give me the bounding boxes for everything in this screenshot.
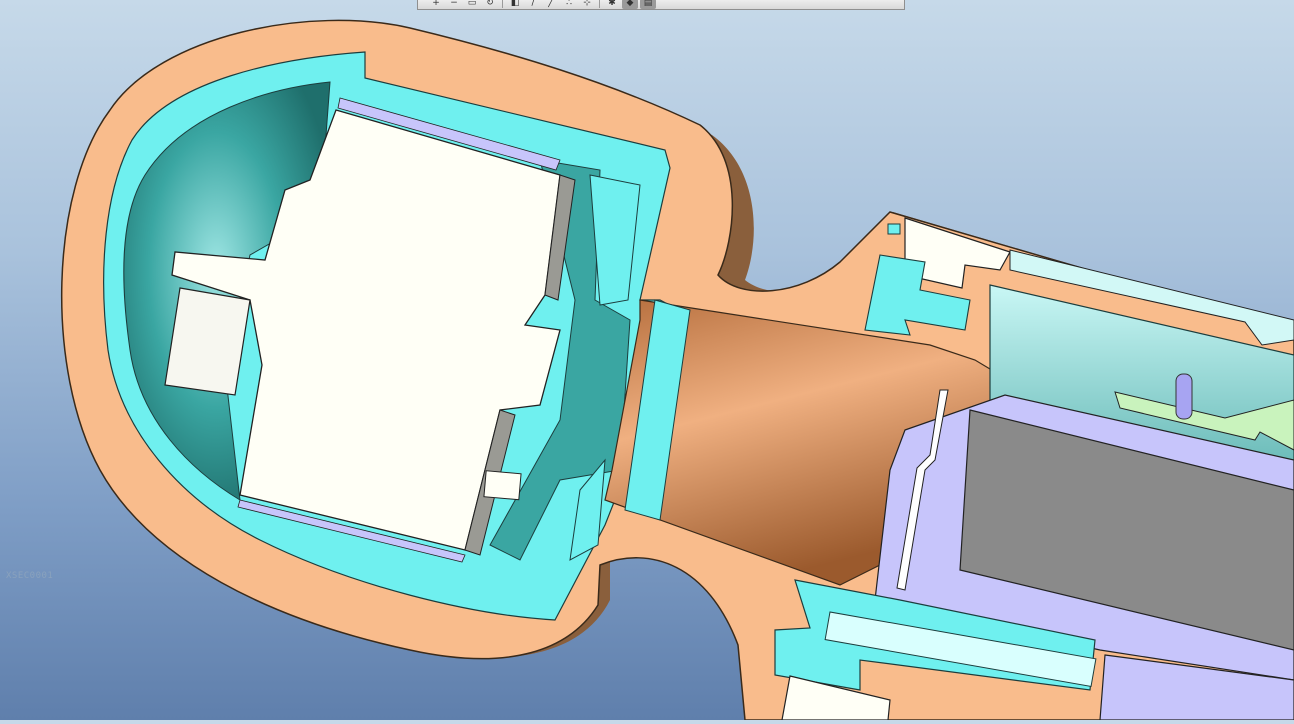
section-label: XSEC0001 (6, 571, 54, 581)
spin-center-icon[interactable]: ✱ (604, 0, 620, 9)
repaint-icon[interactable]: ◧ (507, 0, 523, 9)
point-display-icon[interactable]: ∴ (561, 0, 577, 9)
core-pin (483, 470, 522, 501)
toolbar-separator (502, 0, 503, 8)
datum-axes-icon[interactable]: ╱ (543, 0, 559, 9)
shading-icon[interactable]: ◆ (622, 0, 638, 9)
csys-display-icon[interactable]: ⊹ (579, 0, 595, 9)
cross-section-model[interactable] (0, 0, 1294, 721)
pcb-pin (1175, 373, 1193, 420)
refit-icon[interactable]: ▭ (464, 0, 480, 9)
toolbar-separator (599, 0, 600, 8)
reorient-icon[interactable]: ↻ (482, 0, 498, 9)
view-toolbar: + − ▭ ↻ ◧ / ╱ ∴ ⊹ ✱ ◆ ▤ (417, 0, 905, 10)
datum-planes-icon[interactable]: / (525, 0, 541, 9)
zoom-in-icon[interactable]: + (428, 0, 444, 9)
saved-views-icon[interactable]: ▤ (640, 0, 656, 9)
zoom-out-icon[interactable]: − (446, 0, 462, 9)
core-tab (164, 287, 251, 396)
small-slot (887, 223, 901, 235)
model-viewport[interactable]: XSEC0001 + − ▭ ↻ ◧ / ╱ ∴ ⊹ ✱ ◆ ▤ (0, 0, 1294, 721)
